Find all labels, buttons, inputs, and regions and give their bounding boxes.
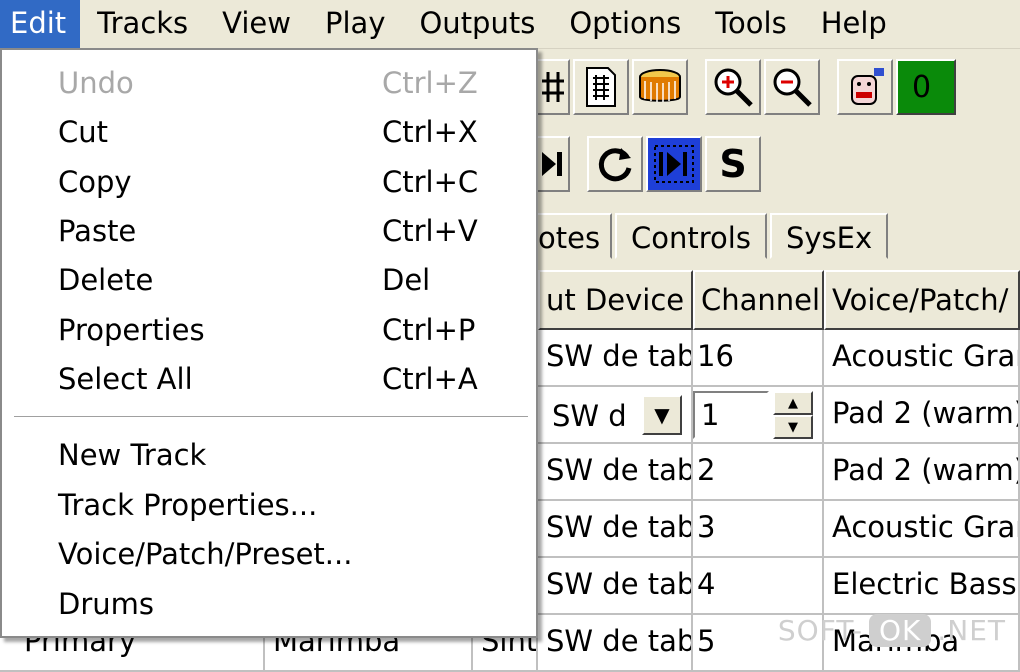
menu-item-label: Undo [58, 66, 134, 100]
menu-item-shortcut: Ctrl+A [382, 362, 478, 396]
menu-item-label: New Track [58, 438, 207, 472]
device-combobox[interactable]: SW d ▼ [542, 393, 688, 439]
menu-play[interactable]: Play [308, 0, 402, 48]
cell-device[interactable]: SW de tab [538, 615, 693, 672]
loop-button[interactable] [587, 136, 643, 192]
menu-item-label: Cut [58, 115, 108, 149]
chevron-down-icon[interactable]: ▼ [642, 395, 682, 435]
channel-stepper-input[interactable]: 1 [693, 391, 769, 439]
cell-device[interactable]: SW de tab [538, 558, 693, 615]
menu-item-label: Properties [58, 313, 205, 347]
watermark-left: SOFT- [777, 614, 863, 647]
menu-item-undo: Undo Ctrl+Z [2, 58, 536, 107]
menu-edit[interactable]: Edit [0, 0, 81, 48]
menu-options[interactable]: Options [552, 0, 698, 48]
main-toolbar: 0 [538, 56, 956, 118]
menu-item-track-properties[interactable]: Track Properties... [2, 480, 536, 529]
menu-tracks[interactable]: Tracks [80, 0, 205, 48]
menu-item-paste[interactable]: Paste Ctrl+V [2, 206, 536, 255]
transport-toolbar: S [538, 133, 764, 195]
menu-help[interactable]: Help [804, 0, 904, 48]
menu-outputs[interactable]: Outputs [402, 0, 552, 48]
menu-item-label: Copy [58, 165, 132, 199]
grid-view-button[interactable] [538, 59, 570, 115]
channel-stepper-buttons: ▲ ▼ [773, 391, 813, 439]
menu-item-label: Select All [58, 362, 193, 396]
cell-device[interactable]: SW de tab [538, 444, 693, 501]
menu-item-shortcut: Ctrl+V [382, 214, 478, 248]
menu-item-shortcut: Ctrl+Z [382, 66, 478, 100]
document-icon [586, 67, 616, 107]
menu-item-shortcut: Ctrl+X [382, 115, 478, 149]
cell-device[interactable]: SW de tab [538, 330, 693, 387]
menu-item-label: Track Properties... [58, 488, 318, 522]
cell-channel[interactable]: 2 [693, 444, 824, 501]
cell-voice[interactable]: Pad 2 (warm) [824, 444, 1020, 501]
menu-item-copy[interactable]: Copy Ctrl+C [2, 157, 536, 206]
tab-sysex[interactable]: SysEx [769, 213, 889, 259]
zoom-in-icon [714, 68, 753, 107]
solo-button[interactable]: S [705, 136, 761, 192]
zoom-out-button[interactable] [764, 59, 820, 115]
menu-item-shortcut: Ctrl+C [382, 165, 479, 199]
header-output-device[interactable]: ut Device [538, 270, 693, 330]
menu-item-shortcut: Ctrl+P [382, 313, 476, 347]
face-icon [851, 68, 884, 105]
play-selection-icon [654, 145, 694, 183]
cell-voice[interactable]: Electric Bass [824, 558, 1020, 615]
menu-item-label: Delete [58, 263, 154, 297]
menu-tools[interactable]: Tools [698, 0, 803, 48]
menu-item-voice-patch-preset[interactable]: Voice/Patch/Preset... [2, 529, 536, 578]
drum-icon [639, 69, 681, 102]
loop-icon [598, 148, 632, 182]
cell-voice[interactable]: Pad 2 (warm) [824, 387, 1020, 444]
cell-channel[interactable]: 4 [693, 558, 824, 615]
channel-stepper[interactable]: 1 ▲ ▼ [693, 391, 821, 441]
menu-item-label: Voice/Patch/Preset... [58, 537, 353, 571]
watermark-mid: OK [868, 614, 932, 647]
drums-button[interactable] [632, 59, 688, 115]
device-combobox-value: SW d [552, 399, 627, 433]
cell-channel[interactable]: 3 [693, 501, 824, 558]
grid-icon [542, 72, 564, 102]
menu-item-label: Drums [58, 587, 154, 621]
header-channel[interactable]: Channel [693, 270, 824, 330]
skip-end-button[interactable] [538, 136, 570, 192]
play-selection-button[interactable] [646, 136, 702, 192]
notation-view-button[interactable] [573, 59, 629, 115]
watermark-right: .NET [937, 614, 1006, 647]
cell-voice[interactable]: Acoustic Gran [824, 330, 1020, 387]
decrement-icon[interactable]: ▼ [773, 415, 813, 439]
menu-item-shortcut: Del [382, 263, 431, 297]
tab-controls[interactable]: Controls [615, 213, 767, 259]
menu-bar: Edit Tracks View Play Outputs Options To… [0, 0, 1020, 49]
solo-glyph: S [719, 142, 747, 186]
edit-menu: Undo Ctrl+Z Cut Ctrl+X Copy Ctrl+C Paste… [0, 48, 538, 638]
status-indicator-label: 0 [912, 69, 932, 105]
menu-item-select-all[interactable]: Select All Ctrl+A [2, 354, 536, 403]
view-tabs: otes Controls SysEx [538, 207, 891, 259]
zoom-out-icon [773, 68, 812, 107]
skip-forward-icon [542, 152, 562, 176]
menu-item-new-track[interactable]: New Track [2, 430, 536, 479]
cell-voice[interactable]: Acoustic Gran [824, 501, 1020, 558]
tab-notes[interactable]: otes [538, 213, 612, 259]
menu-item-delete[interactable]: Delete Del [2, 255, 536, 304]
header-voice-patch[interactable]: Voice/Patch/ [824, 270, 1020, 330]
cell-device[interactable]: SW de tab [538, 501, 693, 558]
menu-item-properties[interactable]: Properties Ctrl+P [2, 305, 536, 354]
menu-item-drums[interactable]: Drums [2, 579, 536, 628]
metronome-button[interactable] [837, 59, 893, 115]
increment-icon[interactable]: ▲ [773, 391, 813, 415]
status-indicator: 0 [896, 59, 956, 115]
zoom-in-button[interactable] [705, 59, 761, 115]
menu-separator [14, 416, 528, 418]
menu-item-label: Paste [58, 214, 137, 248]
menu-view[interactable]: View [205, 0, 308, 48]
watermark: SOFT- OK .NET [778, 614, 1006, 647]
cell-channel[interactable]: 16 [693, 330, 824, 387]
menu-item-cut[interactable]: Cut Ctrl+X [2, 107, 536, 156]
